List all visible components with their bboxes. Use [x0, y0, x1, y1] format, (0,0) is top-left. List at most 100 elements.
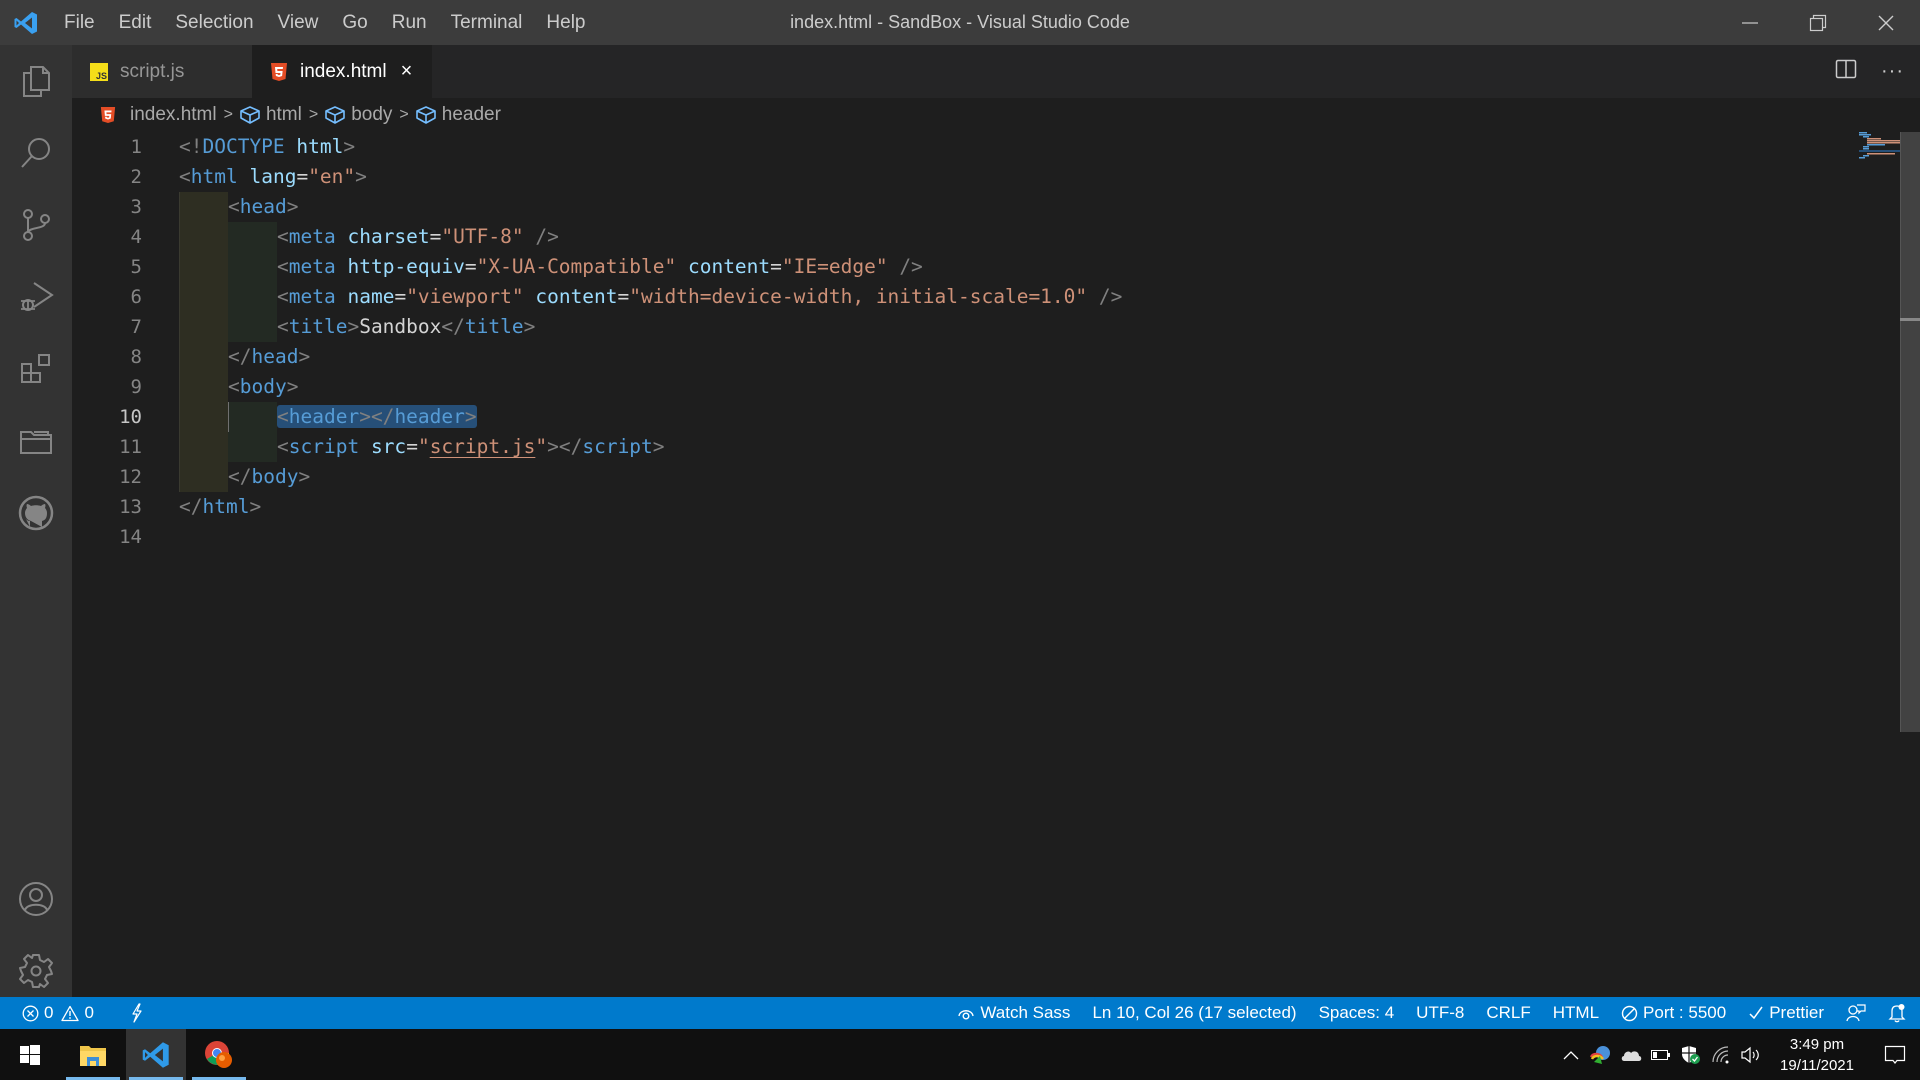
tab-index-html[interactable]: index.html × [252, 45, 432, 98]
text-selection: <header></header> [277, 405, 477, 428]
warning-icon [61, 1005, 80, 1021]
extensions-button[interactable] [0, 333, 72, 405]
activity-bar [0, 45, 72, 997]
bell-icon [1888, 1004, 1906, 1023]
taskbar-vscode[interactable] [126, 1029, 186, 1080]
restore-button[interactable] [1784, 0, 1852, 45]
show-hidden-icons[interactable] [1556, 1050, 1586, 1060]
breadcrumb-html[interactable]: html [240, 104, 302, 126]
taskbar-chrome[interactable] [189, 1029, 249, 1080]
script-src-link[interactable]: script.js [430, 435, 536, 458]
code-line: </body> [179, 462, 1920, 492]
code-line: <meta name="viewport" content="width=dev… [179, 282, 1920, 312]
notifications-button[interactable] [1888, 1003, 1906, 1023]
language-mode[interactable]: HTML [1553, 1003, 1599, 1023]
problems-indicator[interactable]: 0 0 [22, 1003, 94, 1023]
eol-setting[interactable]: CRLF [1486, 1003, 1530, 1023]
chevron-right-icon: > [399, 106, 409, 123]
close-icon [1878, 15, 1894, 30]
source-control-button[interactable] [0, 189, 72, 261]
code-line: <meta http-equiv="X-UA-Compatible" conte… [179, 252, 1920, 282]
clock-time: 3:49 pm [1789, 1035, 1845, 1053]
menu-view[interactable]: View [266, 0, 331, 45]
extensions-icon [21, 354, 50, 383]
windows-start-icon [20, 1044, 40, 1065]
code-line: <!DOCTYPE html> [179, 135, 356, 158]
explorer-button[interactable] [0, 45, 72, 117]
feedback-button[interactable] [1846, 1003, 1866, 1023]
chevron-right-icon: > [308, 106, 319, 123]
indentation-setting[interactable]: Spaces: 4 [1319, 1003, 1395, 1023]
minimize-button[interactable] [1716, 0, 1784, 45]
onedrive-tray[interactable] [1616, 1048, 1646, 1062]
download-manager-tray[interactable] [1586, 1045, 1616, 1065]
taskbar-clock[interactable]: 3:49 pm 19/11/2021 [1780, 1034, 1854, 1076]
code-line: <html lang="en"> [179, 165, 367, 188]
action-center-button[interactable] [1870, 1045, 1920, 1065]
menu-go[interactable]: Go [330, 0, 379, 45]
run-debug-button[interactable] [0, 261, 72, 333]
code-line: </html> [179, 495, 262, 518]
check-icon [1749, 1006, 1763, 1020]
line-number: 14 [119, 526, 142, 548]
live-server-port[interactable]: Port : 5500 [1621, 1003, 1726, 1023]
folder-icon [20, 431, 52, 454]
clock-date: 19/11/2021 [1780, 1056, 1854, 1074]
close-window-button[interactable] [1852, 0, 1920, 45]
svg-text:JS: JS [96, 71, 107, 81]
prettier-button[interactable]: Prettier [1748, 1003, 1824, 1023]
github-icon [18, 495, 54, 531]
windows-security-tray[interactable] [1676, 1045, 1706, 1065]
menu-help[interactable]: Help [534, 0, 597, 45]
symbol-cube-icon [240, 106, 260, 124]
menu-run[interactable]: Run [380, 0, 439, 45]
line-number-gutter: 1 2 3 4 5 6 7 8 9 10 11 12 13 14 [72, 132, 142, 552]
source-control-icon [23, 209, 50, 241]
search-icon [21, 138, 50, 168]
encoding-setting[interactable]: UTF-8 [1416, 1003, 1464, 1023]
symbol-cube-icon [415, 106, 436, 124]
lightning-button[interactable] [130, 1003, 144, 1023]
volume-tray[interactable] [1736, 1046, 1766, 1064]
menu-bar: File Edit Selection View Go Run Terminal… [52, 0, 598, 45]
cursor-position[interactable]: Ln 10, Col 26 (17 selected) [1092, 1003, 1296, 1023]
line-number: 9 [130, 376, 142, 398]
split-editor-icon[interactable] [1835, 58, 1857, 85]
battery-icon [1651, 1049, 1671, 1060]
menu-terminal[interactable]: Terminal [439, 0, 535, 45]
code-line-current: <header></header> [179, 402, 1920, 432]
windows-taskbar: 3:49 pm 19/11/2021 [0, 1029, 1920, 1080]
github-button[interactable] [0, 477, 72, 549]
more-actions-icon[interactable]: ··· [1881, 60, 1904, 83]
network-tray[interactable] [1706, 1045, 1736, 1064]
tab-script-js[interactable]: JS script.js [72, 45, 252, 98]
breadcrumb-header[interactable]: header [415, 104, 501, 126]
tab-bar: JS script.js index.html × ··· [72, 45, 1920, 98]
symbol-cube-icon [325, 106, 346, 124]
breadcrumb-body[interactable]: body [325, 104, 392, 126]
code-editor[interactable]: 1 2 3 4 5 6 7 8 9 10 11 12 13 14 <!DOCTY… [72, 132, 1920, 997]
breadcrumb-file[interactable]: index.html [100, 104, 217, 126]
folder-button[interactable] [0, 405, 72, 477]
account-icon [19, 882, 53, 916]
file-explorer-icon [80, 1045, 106, 1066]
line-number: 6 [130, 286, 142, 308]
line-number: 5 [130, 256, 142, 278]
close-tab-icon[interactable]: × [401, 60, 413, 83]
error-icon [22, 1005, 39, 1021]
vertical-scrollbar[interactable] [1900, 132, 1920, 732]
start-button[interactable] [0, 1029, 60, 1080]
line-number: 13 [119, 496, 142, 518]
watch-sass-button[interactable]: Watch Sass [957, 1003, 1070, 1023]
menu-selection[interactable]: Selection [163, 0, 265, 45]
taskbar-file-explorer[interactable] [63, 1029, 123, 1080]
menu-file[interactable]: File [52, 0, 107, 45]
search-button[interactable] [0, 117, 72, 189]
onedrive-cloud-icon [1621, 1050, 1642, 1061]
accounts-button[interactable] [0, 863, 72, 935]
chevron-right-icon: > [223, 106, 233, 123]
html5-file-icon [100, 107, 116, 123]
battery-tray[interactable] [1646, 1049, 1676, 1061]
menu-edit[interactable]: Edit [107, 0, 164, 45]
